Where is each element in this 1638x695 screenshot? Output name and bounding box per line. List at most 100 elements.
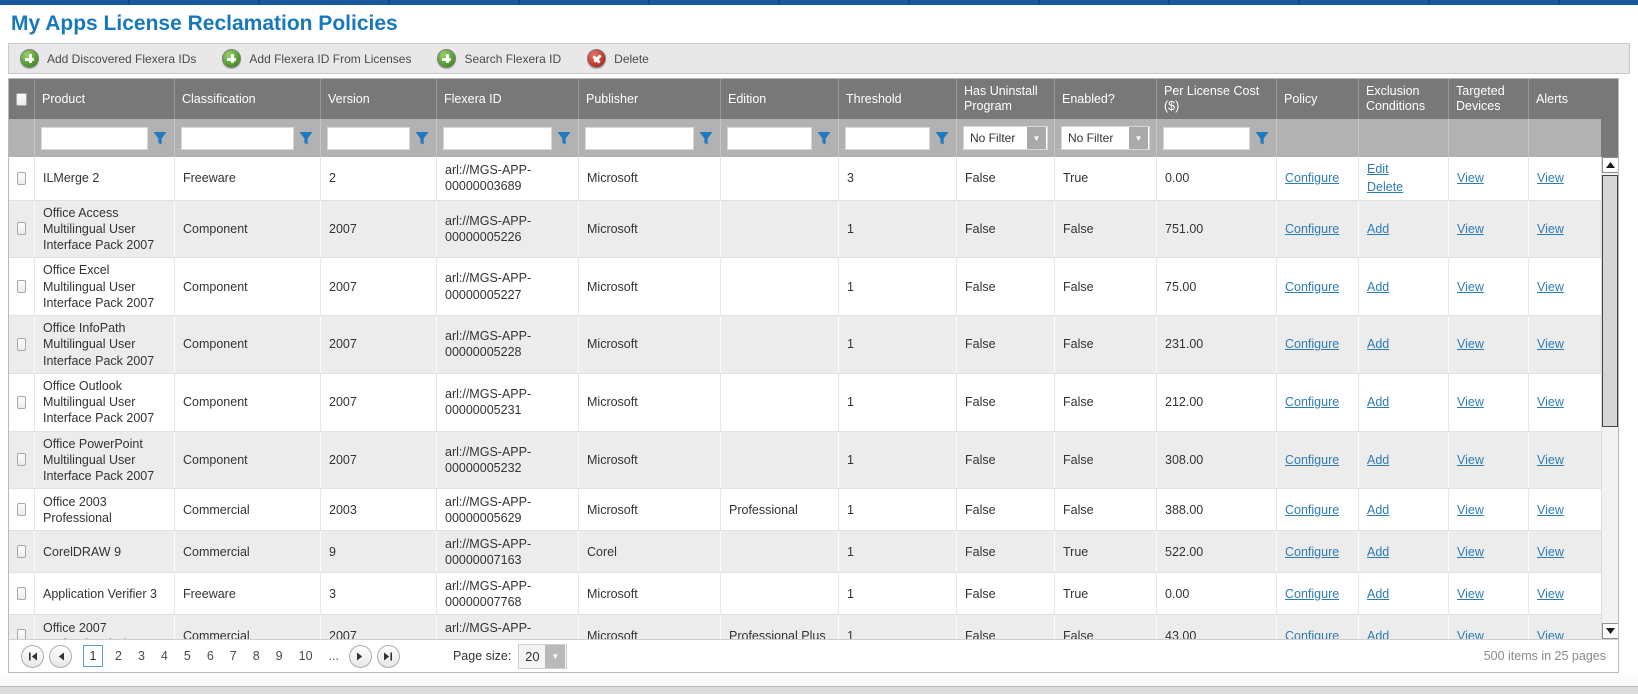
view-targeted-devices-link[interactable]: View <box>1457 170 1484 186</box>
search-flexera-id-button[interactable]: Search Flexera ID <box>437 49 561 68</box>
filter-icon[interactable] <box>699 130 714 146</box>
last-page-button[interactable] <box>377 645 400 668</box>
next-page-button[interactable] <box>349 645 372 668</box>
view-targeted-devices-link[interactable]: View <box>1457 221 1484 237</box>
column-header-alerts[interactable]: Alerts <box>1529 79 1601 119</box>
add-discovered-flexera-ids-button[interactable]: Add Discovered Flexera IDs <box>20 49 196 68</box>
view-alerts-link[interactable]: View <box>1537 628 1564 639</box>
product-filter-input[interactable] <box>41 127 148 150</box>
configure-link[interactable]: Configure <box>1285 170 1339 186</box>
vertical-scrollbar[interactable] <box>1601 157 1618 639</box>
row-checkbox[interactable] <box>17 629 26 639</box>
column-header-enabled[interactable]: Enabled? <box>1055 79 1157 119</box>
view-targeted-devices-link[interactable]: View <box>1457 628 1484 639</box>
classification-filter-input[interactable] <box>181 127 294 150</box>
add-exclusion-link[interactable]: Add <box>1367 544 1389 560</box>
filter-icon[interactable] <box>935 130 950 146</box>
view-targeted-devices-link[interactable]: View <box>1457 394 1484 410</box>
page-number-button[interactable]: 6 <box>199 649 222 663</box>
column-header-classification[interactable]: Classification <box>175 79 321 119</box>
row-checkbox[interactable] <box>17 587 26 600</box>
column-header-policy[interactable]: Policy <box>1277 79 1359 119</box>
column-header-version[interactable]: Version <box>321 79 437 119</box>
page-number-button[interactable]: 7 <box>222 649 245 663</box>
configure-link[interactable]: Configure <box>1285 586 1339 602</box>
cost-filter-input[interactable] <box>1163 127 1250 150</box>
add-exclusion-link[interactable]: Add <box>1367 628 1389 639</box>
column-header-select[interactable] <box>9 79 35 119</box>
edit-exclusion-link[interactable]: Edit <box>1367 161 1389 177</box>
configure-link[interactable]: Configure <box>1285 336 1339 352</box>
add-exclusion-link[interactable]: Add <box>1367 502 1389 518</box>
view-alerts-link[interactable]: View <box>1537 336 1564 352</box>
page-number-button[interactable]: 10 <box>291 649 321 663</box>
scrollbar-thumb[interactable] <box>1602 175 1618 427</box>
view-alerts-link[interactable]: View <box>1537 279 1564 295</box>
filter-icon[interactable] <box>817 130 832 146</box>
add-exclusion-link[interactable]: Add <box>1367 394 1389 410</box>
first-page-button[interactable] <box>21 645 44 668</box>
view-targeted-devices-link[interactable]: View <box>1457 502 1484 518</box>
row-checkbox[interactable] <box>17 453 26 466</box>
filter-icon[interactable] <box>153 130 168 146</box>
add-flexera-id-from-licenses-button[interactable]: Add Flexera ID From Licenses <box>222 49 411 68</box>
flexera_id-filter-input[interactable] <box>443 127 552 150</box>
column-header-threshold[interactable]: Threshold <box>839 79 957 119</box>
view-targeted-devices-link[interactable]: View <box>1457 279 1484 295</box>
view-targeted-devices-link[interactable]: View <box>1457 452 1484 468</box>
column-header-product[interactable]: Product <box>35 79 175 119</box>
row-checkbox[interactable] <box>17 222 26 235</box>
column-header-publisher[interactable]: Publisher <box>579 79 721 119</box>
add-exclusion-link[interactable]: Add <box>1367 336 1389 352</box>
view-alerts-link[interactable]: View <box>1537 586 1564 602</box>
column-header-edition[interactable]: Edition <box>721 79 839 119</box>
configure-link[interactable]: Configure <box>1285 221 1339 237</box>
configure-link[interactable]: Configure <box>1285 394 1339 410</box>
add-exclusion-link[interactable]: Add <box>1367 279 1389 295</box>
add-exclusion-link[interactable]: Add <box>1367 221 1389 237</box>
add-exclusion-link[interactable]: Add <box>1367 586 1389 602</box>
configure-link[interactable]: Configure <box>1285 452 1339 468</box>
view-alerts-link[interactable]: View <box>1537 544 1564 560</box>
view-alerts-link[interactable]: View <box>1537 452 1564 468</box>
view-targeted-devices-link[interactable]: View <box>1457 586 1484 602</box>
version-filter-input[interactable] <box>327 127 410 150</box>
configure-link[interactable]: Configure <box>1285 279 1339 295</box>
page-size-select[interactable]: 20 ▼ <box>518 644 567 669</box>
add-exclusion-link[interactable]: Add <box>1367 452 1389 468</box>
view-targeted-devices-link[interactable]: View <box>1457 544 1484 560</box>
row-checkbox[interactable] <box>17 545 26 558</box>
column-header-flexera_id[interactable]: Flexera ID <box>437 79 579 119</box>
configure-link[interactable]: Configure <box>1285 628 1339 639</box>
view-alerts-link[interactable]: View <box>1537 394 1564 410</box>
view-targeted-devices-link[interactable]: View <box>1457 336 1484 352</box>
scroll-up-button[interactable] <box>1602 157 1618 173</box>
edition-filter-input[interactable] <box>727 127 812 150</box>
view-alerts-link[interactable]: View <box>1537 170 1564 186</box>
page-number-button[interactable]: 3 <box>130 649 153 663</box>
delete-button[interactable]: Delete <box>587 49 649 68</box>
row-checkbox[interactable] <box>17 338 26 351</box>
configure-link[interactable]: Configure <box>1285 544 1339 560</box>
filter-icon[interactable] <box>557 130 572 146</box>
select-all-checkbox[interactable] <box>16 93 27 106</box>
enabled-filter-select[interactable]: No Filter▼ <box>1061 126 1150 150</box>
scroll-down-button[interactable] <box>1602 623 1618 639</box>
threshold-filter-input[interactable] <box>845 127 930 150</box>
view-alerts-link[interactable]: View <box>1537 221 1564 237</box>
row-checkbox[interactable] <box>17 503 26 516</box>
has_uninstall-filter-select[interactable]: No Filter▼ <box>963 126 1048 150</box>
filter-icon[interactable] <box>299 130 314 146</box>
filter-icon[interactable] <box>1255 130 1270 146</box>
row-checkbox[interactable] <box>17 280 26 293</box>
column-header-exclusion[interactable]: Exclusion Conditions <box>1359 79 1449 119</box>
row-checkbox[interactable] <box>17 172 26 185</box>
delete-exclusion-link[interactable]: Delete <box>1367 179 1403 195</box>
page-number-button[interactable]: 9 <box>268 649 291 663</box>
publisher-filter-input[interactable] <box>585 127 694 150</box>
row-checkbox[interactable] <box>17 396 26 409</box>
page-number-button[interactable]: 5 <box>176 649 199 663</box>
column-header-cost[interactable]: Per License Cost ($) <box>1157 79 1277 119</box>
filter-icon[interactable] <box>415 130 430 146</box>
column-header-targeted[interactable]: Targeted Devices <box>1449 79 1529 119</box>
